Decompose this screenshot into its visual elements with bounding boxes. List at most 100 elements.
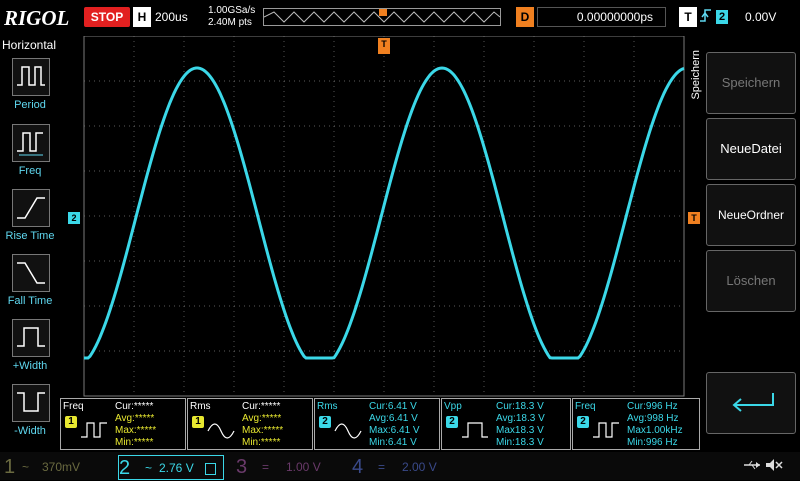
measurement-min: Min:996 Hz <box>627 437 678 448</box>
measurement-max: Max18.3 V <box>496 425 544 436</box>
measurement-max: Max:6.41 V <box>369 425 420 436</box>
rise-time-icon <box>17 197 45 219</box>
measurement-cur: Cur:***** <box>242 401 281 412</box>
freq-measure-icon <box>81 422 107 438</box>
vpp-measure-icon <box>462 422 488 438</box>
right-menu-title: Speichern <box>690 50 702 100</box>
measurement-min: Min:***** <box>115 437 154 448</box>
coupling-icon: ~ <box>145 461 153 475</box>
measurement-name: Freq <box>575 401 596 412</box>
measurement-avg: Avg:998 Hz <box>627 413 679 424</box>
timebase-label: H <box>133 7 151 27</box>
measurement-freq-ch2[interactable]: Freq 2 Cur:996 Hz Avg:998 Hz Max1.00kHz … <box>572 398 700 450</box>
measurement-cur: Cur:18.3 V <box>496 401 544 412</box>
delay-label: D <box>516 7 534 27</box>
ch4-status[interactable]: 4 = 2.00 V <box>352 455 458 480</box>
channel-number: 4 <box>352 456 364 478</box>
channel-number: 2 <box>119 457 131 479</box>
freq-label: Freq <box>18 165 42 177</box>
period-icon <box>17 66 45 86</box>
neue-ordner-button[interactable]: NeueOrdner <box>706 184 796 246</box>
measurement-avg: Avg:***** <box>242 413 282 424</box>
measurement-avg: Avg:6.41 V <box>369 413 418 424</box>
measurement-rms-ch1[interactable]: Rms 1 Cur:***** Avg:***** Max:***** Min:… <box>187 398 313 450</box>
fall-time-button[interactable] <box>12 254 50 292</box>
measurement-max: Max:***** <box>242 425 284 436</box>
channel-scale: 1.00 V <box>286 460 321 474</box>
neue-datei-button[interactable]: NeueDatei <box>706 118 796 180</box>
measurement-cur: Cur:***** <box>115 401 154 412</box>
measurement-min: Min:18.3 V <box>496 437 544 448</box>
measurement-vpp-ch2[interactable]: Vpp 2 Cur:18.3 V Avg:18.3 V Max18.3 V Mi… <box>441 398 571 450</box>
fall-time-icon <box>17 262 45 284</box>
measurement-cur: Cur:996 Hz <box>627 401 678 412</box>
period-label: Period <box>14 99 46 111</box>
freq-icon <box>17 132 43 156</box>
pos-width-icon <box>17 327 45 347</box>
timebase-value[interactable]: 200us <box>155 10 188 24</box>
run-stop-status[interactable]: STOP <box>84 7 130 27</box>
trigger-level-marker[interactable]: T <box>688 212 700 224</box>
trigger-source-badge: 2 <box>716 10 728 24</box>
trigger-position-marker[interactable]: T <box>378 38 390 54</box>
rms-measure-icon <box>207 423 235 439</box>
neg-width-icon <box>17 392 45 412</box>
rise-time-button[interactable] <box>12 189 50 227</box>
period-button[interactable] <box>12 58 50 96</box>
channel-badge: 2 <box>319 416 331 428</box>
rms-measure-icon <box>334 423 362 439</box>
bw-limit-icon <box>205 463 216 475</box>
ch2-status[interactable]: 2 ~ 2.76 V <box>118 455 224 480</box>
usb-icon <box>742 458 762 477</box>
speaker-muted-icon <box>764 458 784 477</box>
pos-width-label: +Width <box>12 360 48 372</box>
measurement-min: Min:6.41 V <box>369 437 417 448</box>
speichern-button[interactable]: Speichern <box>706 52 796 114</box>
memory-overview-waveform <box>264 9 500 23</box>
ch3-status[interactable]: 3 = 1.00 V <box>236 455 342 480</box>
measurement-name: Vpp <box>444 401 462 412</box>
memory-depth: 2.40M pts <box>208 17 252 28</box>
memory-trigger-marker-icon <box>379 9 387 16</box>
enter-button[interactable] <box>706 372 796 434</box>
waveform-display[interactable] <box>60 36 700 398</box>
rise-time-label: Rise Time <box>5 230 55 242</box>
measurement-avg: Avg:***** <box>115 413 155 424</box>
channel-scale: 2.00 V <box>402 460 437 474</box>
trigger-level[interactable]: 0.00V <box>745 10 776 24</box>
enter-icon <box>732 393 774 412</box>
trigger-label: T <box>679 7 697 27</box>
loeschen-button[interactable]: Löschen <box>706 250 796 312</box>
coupling-icon: = <box>378 460 386 474</box>
left-menu-title: Horizontal <box>2 38 57 52</box>
channel-badge: 2 <box>577 416 589 428</box>
measurement-max: Max:***** <box>115 425 157 436</box>
pos-width-button[interactable] <box>12 319 50 357</box>
measurement-name: Rms <box>317 401 338 412</box>
freq-measure-icon <box>593 422 619 438</box>
measurement-rms-ch2[interactable]: Rms 2 Cur:6.41 V Avg:6.41 V Max:6.41 V M… <box>314 398 440 450</box>
channel-badge: 2 <box>446 416 458 428</box>
delay-value[interactable]: 0.00000000ps <box>537 7 666 27</box>
sample-rate: 1.00GSa/s <box>208 5 256 16</box>
channel-badge: 1 <box>65 416 77 428</box>
fall-time-label: Fall Time <box>7 295 53 307</box>
channel-scale: 2.76 V <box>159 461 194 475</box>
ch2-offset-marker[interactable]: 2 <box>68 212 80 224</box>
neg-width-label: -Width <box>14 425 46 437</box>
measurement-name: Freq <box>63 401 84 412</box>
channel-badge: 1 <box>192 416 204 428</box>
rising-edge-icon <box>699 7 713 28</box>
ch1-status[interactable]: 1 ~ 370mV <box>4 455 110 480</box>
measurement-freq-ch1[interactable]: Freq 1 Cur:***** Avg:***** Max:***** Min… <box>60 398 186 450</box>
channel-number: 3 <box>236 456 248 478</box>
measurement-cur: Cur:6.41 V <box>369 401 417 412</box>
neg-width-button[interactable] <box>12 384 50 422</box>
memory-overview-strip <box>263 8 501 26</box>
coupling-icon: = <box>262 460 270 474</box>
coupling-icon: ~ <box>22 460 30 474</box>
freq-button[interactable] <box>12 124 50 162</box>
measurement-name: Rms <box>190 401 211 412</box>
measurement-max: Max1.00kHz <box>627 425 683 436</box>
measurement-min: Min:***** <box>242 437 281 448</box>
